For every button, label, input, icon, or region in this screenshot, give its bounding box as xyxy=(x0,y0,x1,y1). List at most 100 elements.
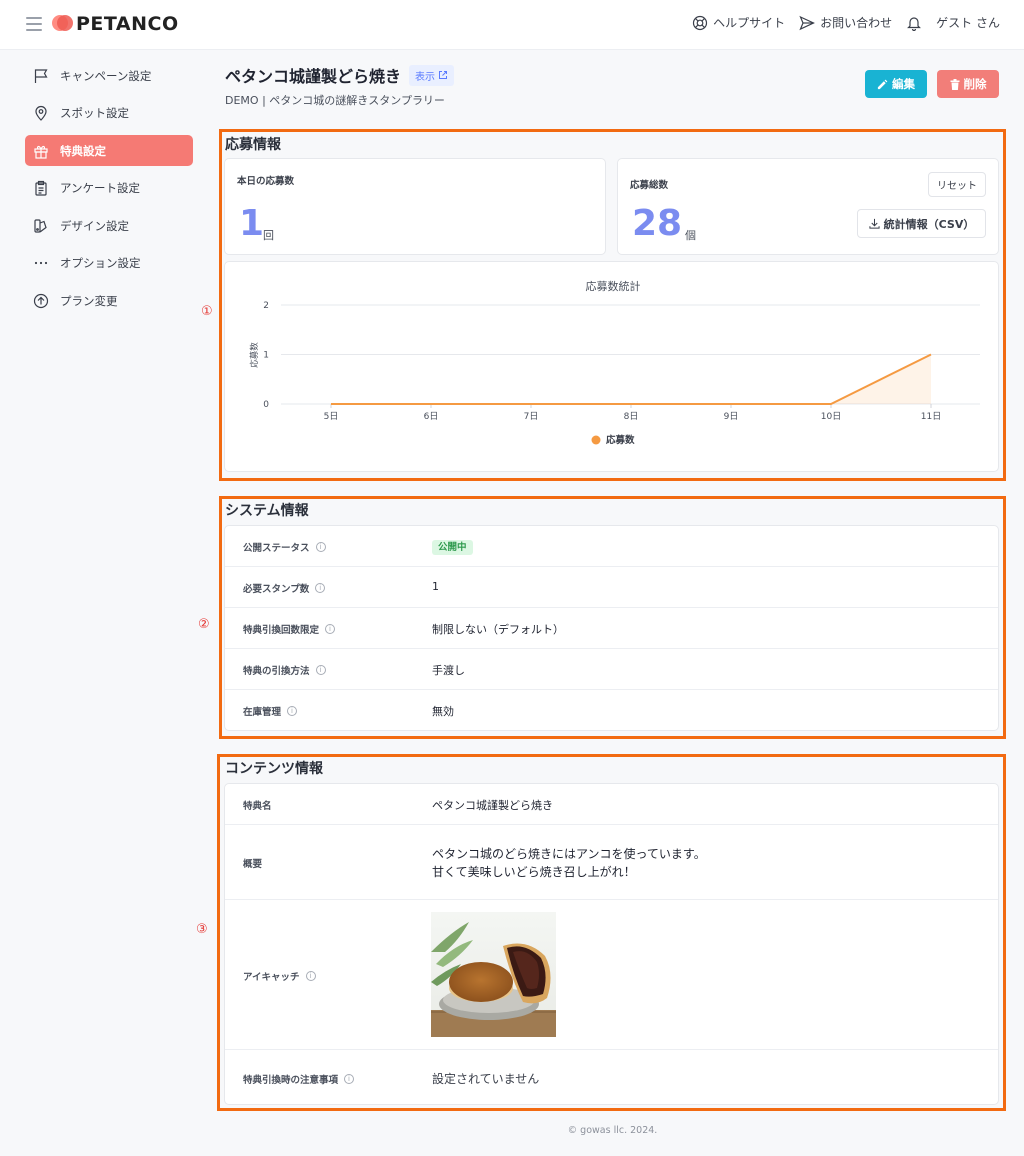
series-area xyxy=(331,354,931,404)
row-value: 制限しない（デフォルト） xyxy=(432,623,564,636)
info-icon[interactable]: i xyxy=(287,706,298,716)
notes-value: 設定されていません xyxy=(432,1072,540,1086)
today-entries-label: 本日の応募数 xyxy=(237,176,295,187)
total-entries-value: 28 xyxy=(632,203,683,244)
bell-icon xyxy=(907,16,922,31)
menu-icon[interactable] xyxy=(26,17,42,31)
x-tick-label: 8日 xyxy=(624,411,639,422)
table-row: 必要スタンプ数 i 1 xyxy=(225,567,998,608)
user-menu[interactable]: ゲスト さん xyxy=(936,14,1000,31)
table-row: 在庫管理 i 無効 xyxy=(225,690,998,730)
contact-label: お問い合わせ xyxy=(820,16,893,30)
row-value: 公開中 xyxy=(432,539,473,555)
delete-button-label: 削除 xyxy=(963,77,987,91)
table-row: 公開ステータス i 公開中 xyxy=(225,526,998,567)
table-row: 特典名 ペタンコ城謹製どら焼き xyxy=(225,784,998,825)
sidebar-item-label: キャンペーン設定 xyxy=(60,68,152,83)
info-icon[interactable]: i xyxy=(305,971,316,981)
row-label: 必要スタンプ数 i xyxy=(243,581,326,595)
x-tick-label: 9日 xyxy=(724,411,739,422)
sidebar-item-label: 特典設定 xyxy=(60,143,106,158)
y-axis-label: 応募数 xyxy=(249,342,260,368)
pencil-icon xyxy=(877,79,888,89)
row-label: 概要 xyxy=(243,859,263,870)
legend-label: 応募数 xyxy=(605,434,635,446)
external-link-icon xyxy=(439,71,448,79)
edit-button[interactable]: 編集 xyxy=(865,70,927,98)
info-icon[interactable]: i xyxy=(315,583,326,593)
info-icon[interactable]: i xyxy=(344,1074,355,1084)
top-nav: ヘルプサイト お問い合わせ ゲスト さん xyxy=(692,14,1000,31)
x-tick-label: 6日 xyxy=(424,411,439,422)
lifebuoy-icon xyxy=(693,15,708,30)
contact-link[interactable]: お問い合わせ xyxy=(799,14,892,31)
content-section-title: コンテンツ情報 xyxy=(225,761,323,777)
view-link[interactable]: 表示 xyxy=(409,64,455,86)
info-icon[interactable]: i xyxy=(325,624,336,634)
sidebar-item-label: アンケート設定 xyxy=(60,181,141,195)
sidebar-item-campaign[interactable]: キャンペーン設定 xyxy=(25,60,193,91)
annotation-number-3: ③ xyxy=(196,922,208,937)
sidebar-item-reward[interactable]: 特典設定 xyxy=(25,135,193,166)
more-dots-icon xyxy=(34,261,48,265)
row-label-text: 特典の引換方法 xyxy=(243,666,310,677)
row-label: 特典引換回数限定 i xyxy=(243,622,336,636)
x-tick-label: 5日 xyxy=(324,411,339,422)
system-section-title: システム情報 xyxy=(225,503,309,519)
table-row: 特典引換回数限定 i 制限しない（デフォルト） xyxy=(225,608,998,649)
page-header: ペタンコ城謹製どら焼き 表示 xyxy=(225,63,455,87)
chart-title: 応募数統計 xyxy=(586,279,641,293)
info-icon[interactable]: i xyxy=(315,542,326,552)
summary-line: 甘くて美味しいどら焼き召し上がれ！ xyxy=(432,865,636,879)
help-site-link[interactable]: ヘルプサイト xyxy=(692,14,785,31)
row-label: 特典名 xyxy=(243,801,272,812)
entry-section-title: 応募情報 xyxy=(225,137,281,153)
summary-line: ペタンコ城のどら焼きにはアンコを使っています。 xyxy=(432,847,706,861)
sidebar-item-plan[interactable]: プラン変更 xyxy=(25,285,193,316)
clipboard-icon xyxy=(35,180,47,196)
sidebar: キャンペーン設定 スポット設定 特典設定 アンケート設定 デザイン設定 オプショ… xyxy=(25,60,193,323)
delete-button[interactable]: 削除 xyxy=(937,70,999,98)
dorayaki-image xyxy=(431,912,556,1037)
flag-icon xyxy=(34,68,48,83)
x-tick-label: 11日 xyxy=(921,411,941,422)
table-row: 特典の引換方法 i 手渡し xyxy=(225,649,998,690)
csv-download-button[interactable]: 統計情報（CSV） xyxy=(857,209,986,238)
table-row: アイキャッチ i xyxy=(225,900,998,1050)
download-icon xyxy=(869,218,880,229)
info-icon[interactable]: i xyxy=(315,665,326,675)
notification-button[interactable] xyxy=(906,15,922,31)
row-value: 1 xyxy=(432,580,439,593)
row-label-text: アイキャッチ xyxy=(243,972,300,983)
palette-icon xyxy=(34,218,47,233)
today-entries-value: 1 xyxy=(239,203,265,244)
logo[interactable]: PETANCO xyxy=(52,13,179,35)
sidebar-item-survey[interactable]: アンケート設定 xyxy=(25,173,193,204)
edit-button-label: 編集 xyxy=(892,77,915,91)
row-label: 公開ステータス i xyxy=(243,540,326,554)
annotation-number-1: ① xyxy=(201,304,213,319)
system-info-table: 公開ステータス i 公開中 必要スタンプ数 i 1 特典引換回数限定 i 制限しない（… xyxy=(224,525,999,731)
y-tick-label: 1 xyxy=(263,351,269,361)
view-link-label: 表示 xyxy=(415,71,436,83)
y-tick-label: 0 xyxy=(263,400,269,410)
breadcrumb: DEMO | ペタンコ城の謎解きスタンプラリー xyxy=(225,94,445,107)
sidebar-item-design[interactable]: デザイン設定 xyxy=(25,210,193,241)
chart-card: 応募数統計 0 1 2 応募数 5日 6日 7日 8日 9日 10日 11日 応募数 xyxy=(224,261,999,472)
map-pin-icon xyxy=(35,105,47,121)
sidebar-item-label: オプション設定 xyxy=(60,256,141,270)
trash-icon xyxy=(950,78,959,90)
sidebar-item-options[interactable]: オプション設定 xyxy=(25,248,193,279)
logo-mark xyxy=(52,13,74,35)
sidebar-item-spot[interactable]: スポット設定 xyxy=(25,98,193,129)
sidebar-item-label: プラン変更 xyxy=(60,293,118,308)
status-badge: 公開中 xyxy=(432,540,473,555)
row-label: 特典引換時の注意事項 i xyxy=(243,1072,355,1086)
sidebar-item-label: デザイン設定 xyxy=(60,218,129,233)
reset-button[interactable]: リセット xyxy=(928,172,986,197)
annotation-number-2: ② xyxy=(198,617,210,632)
content-info-table: 特典名 ペタンコ城謹製どら焼き 概要 ペタンコ城のどら焼きにはアンコを使っていま… xyxy=(224,783,999,1105)
x-tick-label: 10日 xyxy=(821,411,841,422)
row-label: 特典の引換方法 i xyxy=(243,663,326,677)
top-header: PETANCO ヘルプサイト お問い合わせ ゲスト さん xyxy=(0,0,1024,50)
